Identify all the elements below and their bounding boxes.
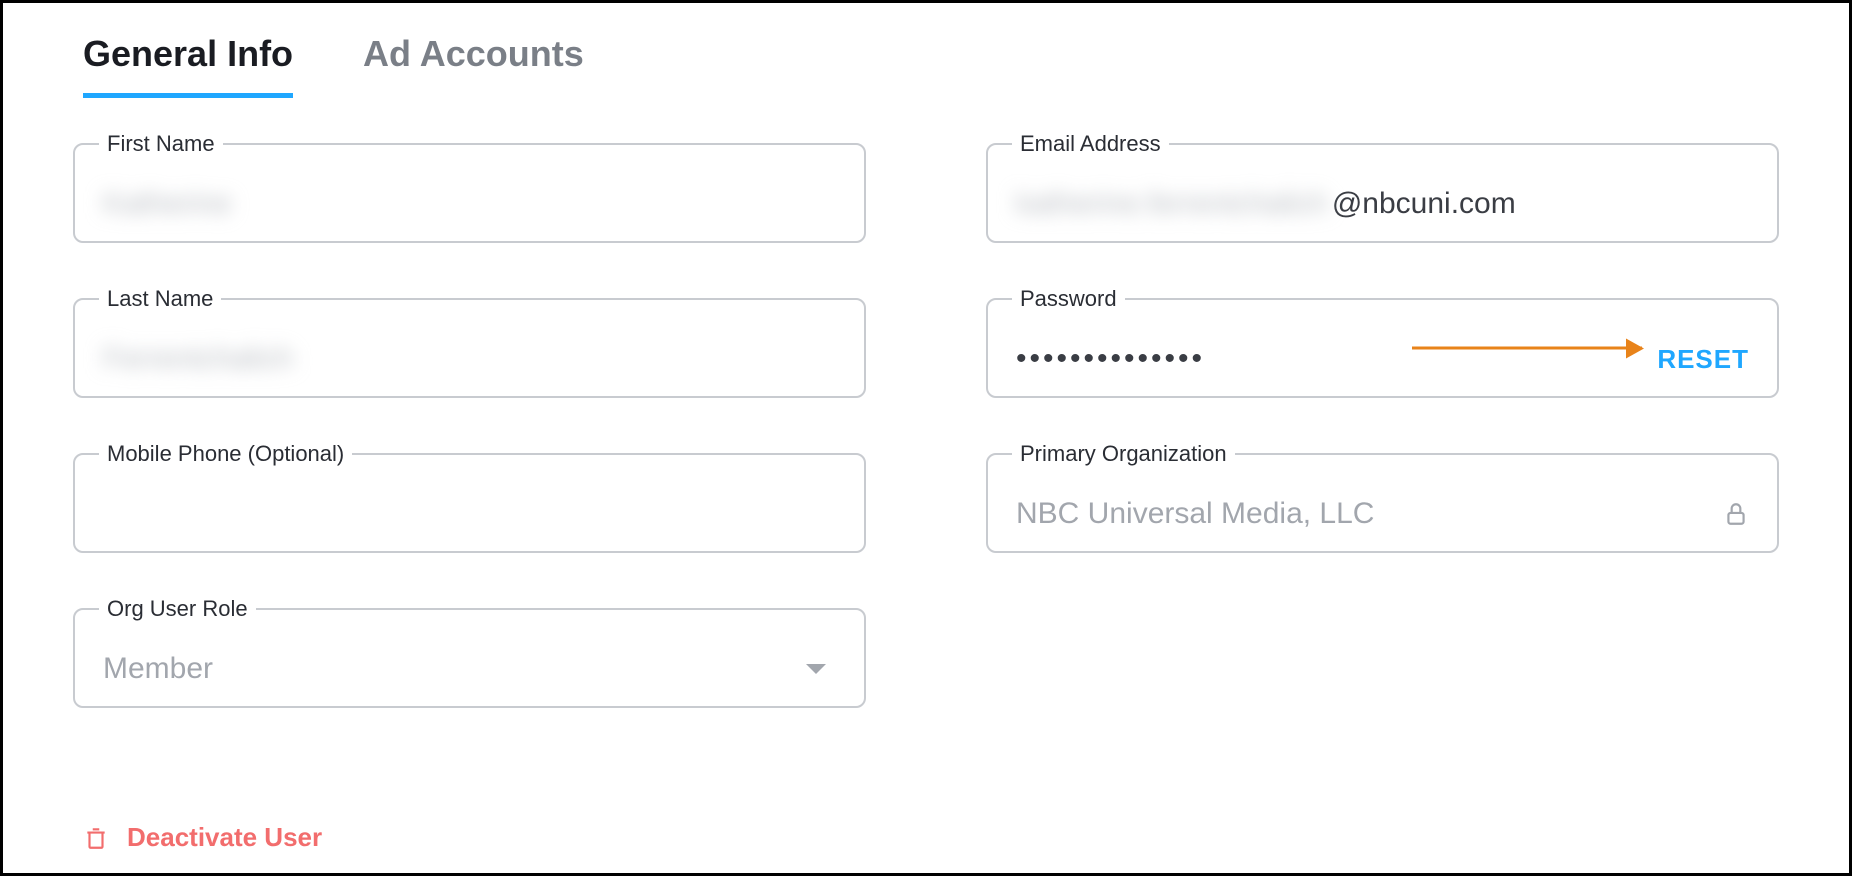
primary-org-field: Primary Organization NBC Universal Media…: [986, 453, 1779, 553]
last-name-field[interactable]: Last Name Ferrentchalich: [73, 298, 866, 398]
primary-org-value: NBC Universal Media, LLC: [1016, 499, 1723, 529]
org-user-role-field[interactable]: Org User Role Member: [73, 608, 866, 708]
password-field: Password •••••••••••••• RESET: [986, 298, 1779, 398]
mobile-phone-field[interactable]: Mobile Phone (Optional): [73, 453, 866, 553]
password-label: Password: [1012, 286, 1125, 312]
annotation-arrow: [1412, 347, 1642, 350]
email-value: katherine.ferrentchalich @nbcuni.com: [1016, 187, 1749, 221]
lock-icon: [1723, 501, 1749, 527]
right-column: Email Address katherine.ferrentchalich @…: [986, 143, 1779, 708]
deactivate-user-label: Deactivate User: [127, 822, 322, 853]
user-settings-panel: General Info Ad Accounts First Name Kath…: [0, 0, 1852, 876]
first-name-label: First Name: [99, 131, 223, 157]
org-user-role-label: Org User Role: [99, 596, 256, 622]
primary-org-label: Primary Organization: [1012, 441, 1235, 467]
deactivate-user-button[interactable]: Deactivate User: [83, 822, 322, 853]
tab-general-info[interactable]: General Info: [83, 33, 293, 98]
form-area: First Name Katherine Last Name Ferrentch…: [3, 98, 1849, 708]
first-name-field[interactable]: First Name Katherine: [73, 143, 866, 243]
password-masked: ••••••••••••••: [1016, 342, 1205, 376]
first-name-value: Katherine: [103, 189, 836, 219]
email-field[interactable]: Email Address katherine.ferrentchalich @…: [986, 143, 1779, 243]
left-column: First Name Katherine Last Name Ferrentch…: [73, 143, 866, 708]
last-name-value: Ferrentchalich: [103, 344, 836, 374]
org-user-role-value: Member: [103, 654, 806, 684]
chevron-down-icon: [806, 664, 826, 674]
trash-icon: [83, 825, 109, 851]
reset-password-link[interactable]: RESET: [1657, 344, 1749, 375]
mobile-phone-label: Mobile Phone (Optional): [99, 441, 352, 467]
tab-bar: General Info Ad Accounts: [3, 3, 1849, 98]
tab-ad-accounts[interactable]: Ad Accounts: [363, 33, 584, 98]
email-prefix: katherine.ferrentchalich: [1016, 187, 1328, 221]
last-name-label: Last Name: [99, 286, 221, 312]
email-suffix: @nbcuni.com: [1332, 187, 1516, 221]
email-label: Email Address: [1012, 131, 1169, 157]
